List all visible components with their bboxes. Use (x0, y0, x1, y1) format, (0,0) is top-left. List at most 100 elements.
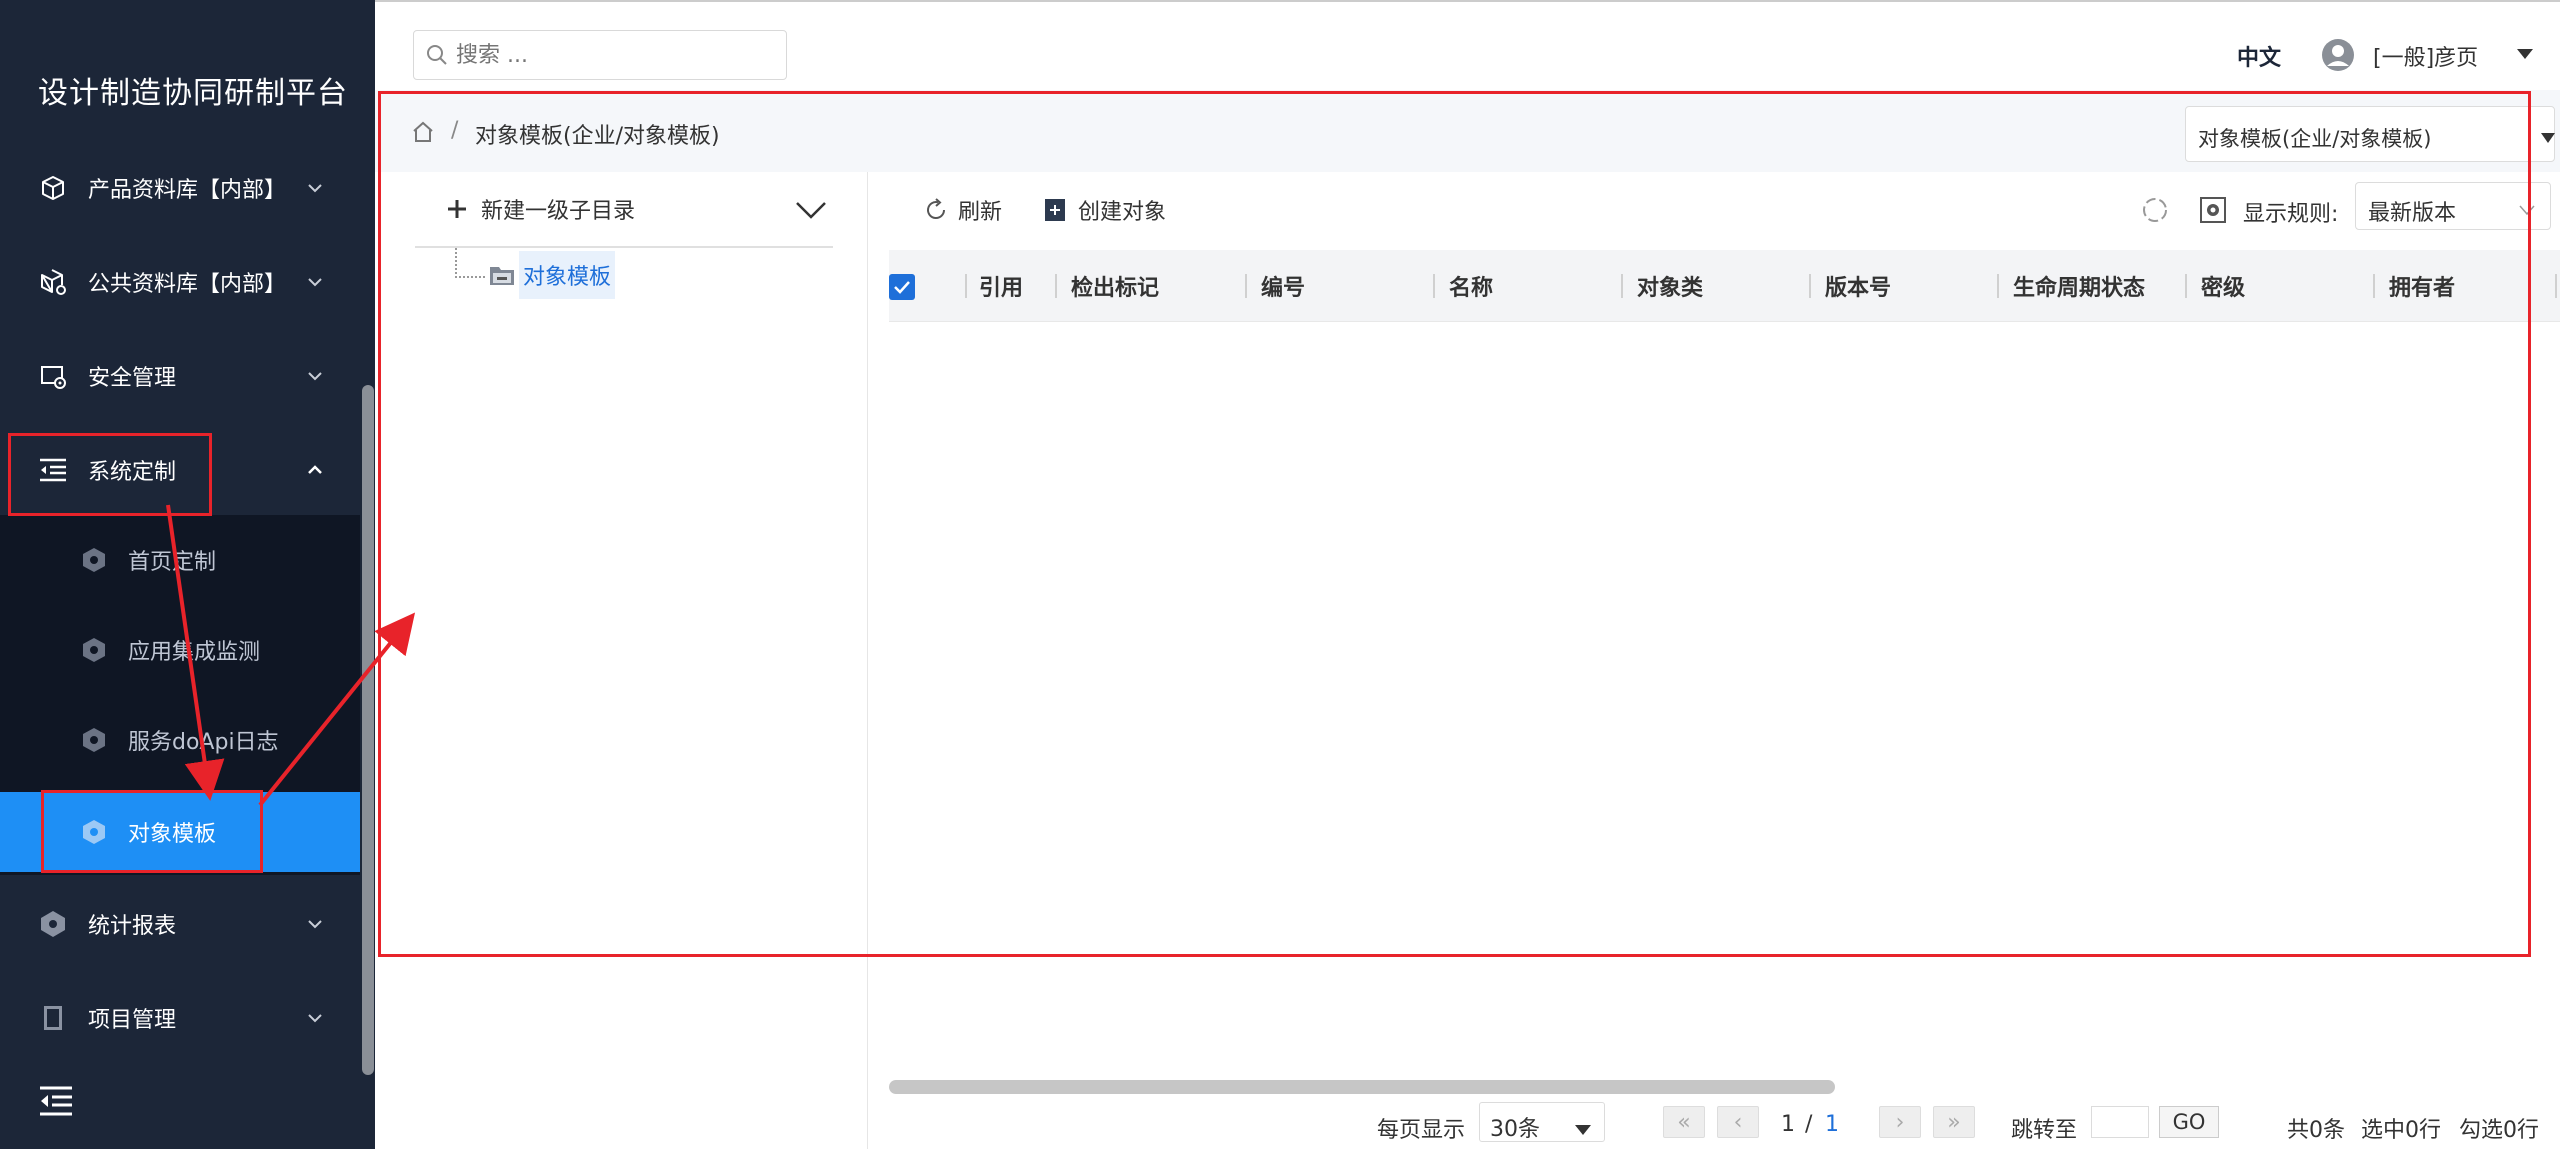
add-document-icon (1044, 198, 1068, 222)
tree-connector (455, 248, 485, 278)
column-header-checkout[interactable]: 检出标记 (1071, 250, 1159, 322)
column-header-object-class[interactable]: 对象类 (1637, 250, 1703, 322)
sidebar-subitem-label: 应用集成监测 (128, 640, 261, 665)
sidebar-item-label: 产品资料库【内部】 (88, 178, 287, 203)
sidebar-item-reports[interactable]: 统计报表 (0, 894, 360, 954)
main-content: 刷新 创建对象 显示规则: 最新版本 引用 检出标记 编号 名称 对象类 版本号 (869, 172, 2560, 1149)
settings-icon[interactable] (2199, 196, 2227, 224)
sidebar-subitem-label: 服务doApi日志 (128, 730, 279, 755)
tree-node[interactable]: 对象模板 (455, 248, 616, 302)
sidebar-item-public-library[interactable]: 公共资料库【内部】 (0, 252, 360, 312)
checked-count: 勾选0行 (2459, 1118, 2539, 1143)
current-page: 1 (1781, 1112, 1795, 1137)
total-pages: 1 (1825, 1112, 1839, 1137)
column-separator (1245, 274, 1247, 298)
chevron-down-icon (305, 178, 325, 198)
cube-share-icon (38, 267, 68, 297)
display-rule-value: 最新版本 (2368, 201, 2457, 226)
chevron-down-icon (305, 914, 325, 934)
language-switch[interactable]: 中文 (2237, 40, 2281, 72)
create-object-button[interactable]: 创建对象 (1044, 194, 1166, 226)
prev-page-button[interactable]: ‹ (1717, 1106, 1759, 1138)
column-separator (2185, 274, 2187, 298)
go-button[interactable]: GO (2159, 1106, 2219, 1138)
folder-icon (489, 264, 515, 286)
sidebar-scrollbar[interactable] (362, 385, 374, 1075)
sidebar-item-label: 项目管理 (88, 1008, 177, 1033)
next-page-button[interactable]: › (1879, 1106, 1921, 1138)
table-header: 引用 检出标记 编号 名称 对象类 版本号 生命周期状态 密级 拥有者 (889, 250, 2560, 322)
breadcrumb-current: 对象模板(企业/对象模板) (475, 124, 720, 149)
sidebar-item-label: 安全管理 (88, 366, 177, 391)
hex-icon (80, 726, 108, 754)
refresh-button[interactable]: 刷新 (924, 194, 1002, 226)
chevron-down-icon (305, 272, 325, 292)
hex-icon (80, 546, 108, 574)
sidebar-subitem-api-log[interactable]: 服务doApi日志 (0, 700, 360, 780)
sidebar-item-label: 公共资料库【内部】 (88, 272, 287, 297)
search-input[interactable] (456, 42, 756, 68)
per-page-value: 30条 (1490, 1117, 1540, 1142)
first-page-button[interactable]: « (1663, 1106, 1705, 1138)
column-separator (1055, 274, 1057, 298)
breadcrumb: / 对象模板(企业/对象模板) 对象模板(企业/对象模板) (375, 90, 2560, 172)
avatar[interactable] (2321, 38, 2355, 72)
column-header-version[interactable]: 版本号 (1825, 250, 1891, 322)
caret-down-icon (1574, 1117, 1592, 1135)
sidebar-subitem-home-custom[interactable]: 首页定制 (0, 520, 360, 600)
column-header-name[interactable]: 名称 (1449, 250, 1493, 322)
chevron-down-icon (305, 366, 325, 386)
tree-panel: 新建一级子目录 对象模板 (375, 172, 868, 1149)
jump-page-input[interactable] (2091, 1106, 2149, 1138)
sidebar-item-system-custom[interactable]: 系统定制 (0, 440, 360, 500)
column-header-lifecycle[interactable]: 生命周期状态 (2013, 250, 2145, 322)
column-header-number[interactable]: 编号 (1261, 250, 1305, 322)
sidebar-subitem-app-monitor[interactable]: 应用集成监测 (0, 610, 360, 690)
sidebar-subitem-label: 对象模板 (128, 822, 217, 847)
tree-node-label: 对象模板 (519, 251, 616, 299)
sidebar-item-security[interactable]: 安全管理 (0, 346, 360, 406)
chevron-down-icon[interactable] (795, 200, 827, 220)
display-rule-select[interactable]: 最新版本 (2355, 182, 2551, 230)
horizontal-scrollbar[interactable] (889, 1080, 1835, 1094)
column-header-owner[interactable]: 拥有者 (2389, 250, 2455, 322)
select-all-checkbox[interactable] (889, 274, 915, 300)
pagination: 每页显示 30条 « ‹ 1 / 1 › » 跳转至 GO 共0条 选中0行 勾… (869, 1102, 2560, 1149)
sidebar-item-label: 统计报表 (88, 914, 177, 939)
loading-icon[interactable] (2141, 196, 2169, 224)
collapse-sidebar-icon[interactable] (38, 1085, 74, 1121)
app-title: 设计制造协同研制平台 (38, 76, 348, 111)
sidebar-item-product-library[interactable]: 产品资料库【内部】 (0, 158, 360, 218)
breadcrumb-separator: / (451, 118, 459, 143)
refresh-icon (924, 198, 948, 222)
last-page-button[interactable]: » (1933, 1106, 1975, 1138)
chevron-down-icon (305, 1008, 325, 1028)
hex-icon (80, 636, 108, 664)
home-icon[interactable] (411, 120, 435, 144)
column-separator (1997, 274, 1999, 298)
context-select-value: 对象模板(企业/对象模板) (2198, 127, 2432, 151)
column-header-security-level[interactable]: 密级 (2201, 250, 2245, 322)
column-separator (965, 274, 967, 298)
sidebar-subitem-label: 首页定制 (128, 550, 217, 575)
top-header: 中文 [一般]彦页 (375, 0, 2560, 90)
sidebar-item-label: 系统定制 (88, 460, 177, 485)
sidebar: 设计制造协同研制平台 产品资料库【内部】 公共资料库【内部】 安全管理 系统定制… (0, 0, 375, 1149)
jump-label: 跳转至 (2011, 1118, 2078, 1143)
page-separator: / (1805, 1112, 1813, 1137)
selected-count: 选中0行 (2361, 1118, 2441, 1143)
sidebar-item-projects[interactable]: 项目管理 (0, 988, 360, 1048)
column-header-reference[interactable]: 引用 (979, 250, 1023, 322)
per-page-select[interactable]: 30条 (1479, 1102, 1605, 1142)
sidebar-subitem-object-template[interactable]: 对象模板 (0, 792, 360, 872)
chevron-down-icon (2518, 201, 2536, 216)
user-name[interactable]: [一般]彦页 (2373, 40, 2478, 72)
column-separator (2373, 274, 2375, 298)
new-directory-label: 新建一级子目录 (481, 199, 636, 224)
context-select[interactable]: 对象模板(企业/对象模板) (2185, 106, 2555, 162)
hex-icon (80, 818, 108, 846)
column-separator (1433, 274, 1435, 298)
new-directory-button[interactable]: 新建一级子目录 (445, 194, 635, 224)
search-box[interactable] (413, 30, 787, 80)
caret-down-icon[interactable] (2515, 46, 2535, 60)
